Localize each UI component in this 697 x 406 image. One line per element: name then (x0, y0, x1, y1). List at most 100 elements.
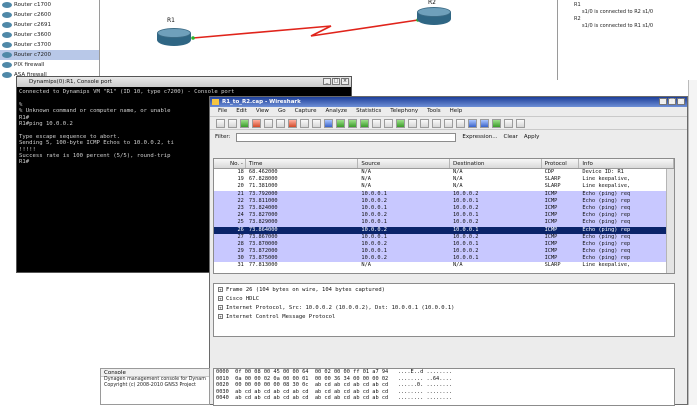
gns3-console-panel[interactable]: Console Dynagen management console for D… (100, 368, 210, 405)
menu-telephony[interactable]: Telephony (390, 107, 418, 116)
zoom-out-icon[interactable] (432, 118, 441, 128)
router-r1-icon[interactable] (157, 28, 191, 48)
column-header[interactable]: No. - (214, 159, 246, 168)
reload-icon[interactable] (300, 118, 309, 128)
table-row[interactable]: 20 71.381000 N/A N/A SLARP Line keepalive, (214, 183, 674, 190)
column-header[interactable]: Destination (450, 159, 542, 168)
open-file-icon[interactable] (264, 118, 273, 128)
maximize-icon[interactable]: □ (332, 78, 340, 85)
table-row[interactable]: 28 73.870000 10.0.0.2 10.0.0.1 ICMP Echo (pin… (214, 240, 674, 249)
menu-statistics[interactable]: Statistics (356, 107, 381, 116)
detail-row[interactable]: + Internet Protocol, Src: 10.0.0.2 (10.0.… (214, 304, 674, 313)
zoom-in-icon[interactable] (420, 118, 429, 128)
filter-apply-button[interactable]: Apply (524, 134, 540, 140)
device-list-item[interactable]: Router c2691 (0, 20, 99, 30)
last-packet-icon[interactable] (384, 118, 393, 128)
go-back-icon[interactable] (336, 118, 345, 128)
wireshark-window[interactable]: R1_to_R2.cap - Wireshark _ □ × File Edit V… (209, 96, 688, 406)
find-packet-icon[interactable] (324, 118, 333, 128)
menu-tools[interactable]: Tools (427, 107, 441, 116)
normal-size-icon[interactable] (444, 118, 453, 128)
resize-columns-icon[interactable] (456, 118, 465, 128)
expand-icon[interactable]: + (218, 305, 223, 310)
device-list-item[interactable]: Router c3700 (0, 40, 99, 50)
expand-icon[interactable]: + (218, 314, 223, 319)
packet-list-scrollbar[interactable] (666, 169, 674, 273)
minimize-icon[interactable]: _ (659, 98, 667, 105)
menu-view[interactable]: View (256, 107, 269, 116)
detail-row[interactable]: + Cisco HDLC (214, 295, 674, 304)
close-icon[interactable]: × (341, 78, 349, 85)
save-file-icon[interactable] (276, 118, 285, 128)
serial-link[interactable] (192, 19, 419, 39)
summary-r2[interactable]: R2 (574, 16, 581, 22)
summary-r1[interactable]: R1 (574, 2, 581, 8)
topology-canvas[interactable]: R1 R2 (101, 0, 556, 80)
gns3-right-scrollbar[interactable] (688, 80, 697, 405)
packet-details[interactable]: + Frame 26 (104 bytes on wire, 104 bytes … (213, 283, 675, 337)
capture-filters-icon[interactable] (468, 118, 477, 128)
close-icon[interactable]: × (677, 98, 685, 105)
device-list-item[interactable]: PIX firewall (0, 60, 99, 70)
console-titlebar[interactable]: Dynamips(0):R1, Console port _ □ × (17, 77, 351, 87)
column-header[interactable]: Source (358, 159, 450, 168)
menu-analyze[interactable]: Analyze (325, 107, 347, 116)
packet-bytes[interactable]: 0000 0f 00 08 00 45 00 00 64 00 02 00 00… (213, 368, 675, 406)
table-row[interactable]: 31 77.813000 N/A N/A SLARP Line keepalive, (214, 262, 674, 269)
column-header[interactable]: Protocol (542, 159, 580, 168)
table-row[interactable]: 30 73.875000 10.0.0.2 10.0.0.1 ICMP Echo (pin… (214, 255, 674, 263)
wireshark-titlebar[interactable]: R1_to_R2.cap - Wireshark _ □ × (210, 97, 687, 107)
stop-capture-icon[interactable] (252, 118, 261, 128)
table-row[interactable]: 27 73.867000 10.0.0.1 10.0.0.2 ICMP Echo (pin… (214, 233, 674, 241)
colorize-icon[interactable] (396, 118, 405, 128)
help-icon[interactable] (516, 118, 525, 128)
column-header[interactable]: Time (246, 159, 359, 168)
table-row[interactable]: 23 73.824000 10.0.0.1 10.0.0.2 ICMP Echo (pin… (214, 204, 674, 213)
autoscroll-icon[interactable] (408, 118, 417, 128)
options-icon[interactable] (228, 118, 237, 128)
first-packet-icon[interactable] (372, 118, 381, 128)
table-row[interactable]: 24 73.827000 10.0.0.2 10.0.0.1 ICMP Echo (pin… (214, 212, 674, 220)
table-row[interactable]: 18 68.462000 N/A N/A CDP Device ID: R1 (214, 169, 674, 176)
coloring-rules-icon[interactable] (492, 118, 501, 128)
go-to-packet-icon[interactable] (360, 118, 369, 128)
go-forward-icon[interactable] (348, 118, 357, 128)
preferences-icon[interactable] (504, 118, 513, 128)
expand-icon[interactable]: + (218, 296, 223, 301)
packet-list[interactable]: No. - Time Source Destination Protocol Info 1… (213, 158, 675, 274)
filter-clear-button[interactable]: Clear (504, 134, 518, 140)
interfaces-icon[interactable] (216, 118, 225, 128)
menu-go[interactable]: Go (278, 107, 286, 116)
device-list-item[interactable]: Router c2600 (0, 10, 99, 20)
display-filters-icon[interactable] (480, 118, 489, 128)
device-list-label: Router c2691 (14, 22, 51, 28)
table-cell: 10.0.0.1 (361, 219, 387, 226)
close-file-icon[interactable] (288, 118, 297, 128)
menu-file[interactable]: File (218, 107, 227, 116)
table-row[interactable]: 19 67.828000 N/A N/A SLARP Line keepalive, (214, 176, 674, 183)
table-cell: ICMP (544, 219, 558, 226)
device-list-item[interactable]: Router c3600 (0, 30, 99, 40)
table-row[interactable]: 29 73.872000 10.0.0.1 10.0.0.2 ICMP Echo (pin… (214, 248, 674, 256)
device-list-item[interactable]: Router c1700 (0, 0, 99, 10)
detail-row[interactable]: + Frame 26 (104 bytes on wire, 104 bytes … (214, 286, 674, 295)
filter-expression-button[interactable]: Expression... (462, 134, 497, 140)
menu-help[interactable]: Help (450, 107, 463, 116)
filter-input[interactable] (236, 132, 457, 142)
router-r2-icon[interactable] (417, 7, 451, 27)
print-icon[interactable] (312, 118, 321, 128)
table-row[interactable]: 25 73.829000 10.0.0.1 10.0.0.2 ICMP Echo (pin… (214, 219, 674, 227)
table-row[interactable]: 22 73.811000 10.0.0.2 10.0.0.1 ICMP Echo (pin… (214, 197, 674, 205)
maximize-icon[interactable]: □ (668, 98, 676, 105)
device-list-item[interactable]: Router c7200 (0, 50, 99, 60)
menu-capture[interactable]: Capture (295, 107, 317, 116)
menu-edit[interactable]: Edit (236, 107, 247, 116)
table-row[interactable]: 21 73.792000 10.0.0.1 10.0.0.2 ICMP Echo (pin… (214, 190, 674, 198)
table-row[interactable]: 26 73.864000 10.0.0.2 10.0.0.1 ICMP Echo (pin… (214, 226, 674, 234)
expand-icon[interactable]: + (218, 287, 223, 292)
minimize-icon[interactable]: _ (323, 78, 331, 85)
column-header[interactable]: Info (579, 159, 674, 168)
detail-row[interactable]: + Internet Control Message Protocol (214, 313, 674, 322)
gns3-console-line: Copyright (c) 2008-2010 GNS3 Project (104, 383, 196, 388)
start-capture-icon[interactable] (240, 118, 249, 128)
